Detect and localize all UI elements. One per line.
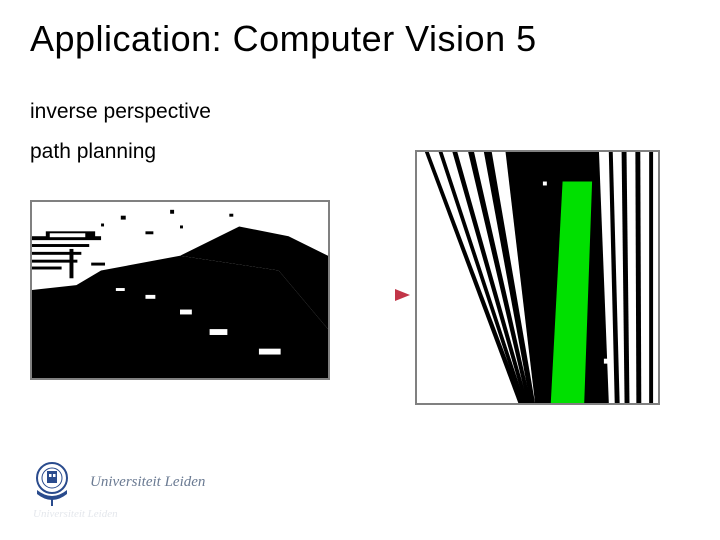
bullet-path-planning: path planning: [30, 140, 156, 164]
image-perspective: [30, 200, 330, 380]
university-name: Universiteit Leiden: [90, 474, 205, 491]
arrow-icon: [340, 285, 410, 305]
university-name-shadow: Universiteit Leiden: [33, 508, 118, 520]
university-seal-icon: [28, 460, 76, 508]
image-inverse-perspective: [415, 150, 660, 405]
slide: Application: Computer Vision 5 inverse p…: [0, 0, 720, 540]
bullet-inverse-perspective: inverse perspective: [30, 100, 211, 124]
university-logo: Universiteit Leiden Universiteit Leiden: [28, 460, 288, 520]
slide-title: Application: Computer Vision 5: [30, 18, 537, 60]
